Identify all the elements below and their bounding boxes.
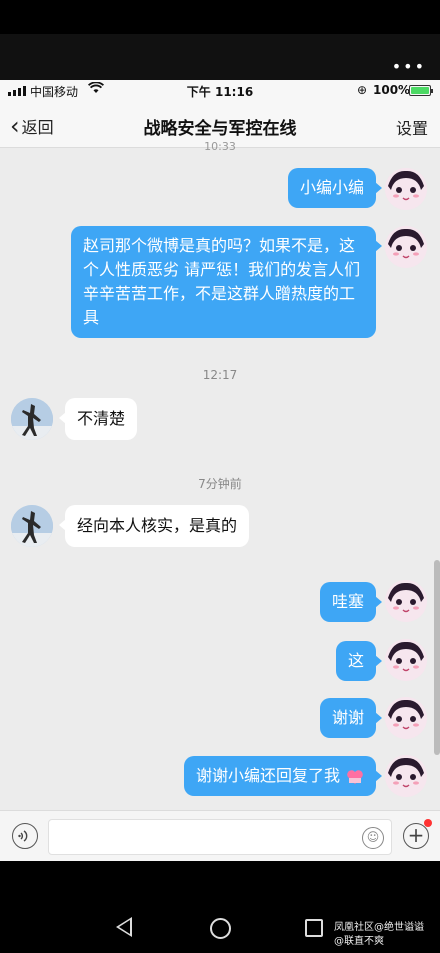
timestamp-partial: 10:33 [204,140,236,153]
message-text: 谢谢小编还回复了我 [195,766,340,785]
contact-avatar[interactable] [11,505,53,547]
emoji-icon[interactable]: ☺ [362,827,384,849]
battery-percentage: 100% [373,83,411,97]
input-bar: ☺ + [0,810,440,861]
rotation-lock-icon: ⊕ [357,83,368,97]
more-options-icon[interactable]: ••• [392,59,426,75]
message-input[interactable] [48,819,392,855]
timestamp: 7分钟前 [198,477,242,491]
phone-screen: 中国移动 下午 11:16 ⊕ 100% ‹ 返回 战略安全与军控在线 设置 1… [0,80,440,861]
add-attachment-button[interactable]: + [403,819,432,849]
system-home-icon[interactable] [210,918,231,939]
outgoing-message[interactable]: 赵司那个微博是真的吗？如果不是，这个人性质恶劣 请严惩！我们的发言人们辛辛苦苦工… [71,226,382,338]
top-dark-band [0,34,440,80]
voice-input-button[interactable] [12,823,38,849]
outgoing-message[interactable]: 谢谢 [319,698,383,738]
status-bar: 中国移动 下午 11:16 ⊕ 100% [0,80,440,102]
watermark: 凤凰社区@绝世谥谥 @联直不爽 [334,921,438,949]
watermark-line1: 凤凰社区@绝世谥谥 [334,922,424,933]
outgoing-message[interactable]: 小编小编 [287,168,383,208]
outgoing-message[interactable]: 这 [335,641,383,681]
my-avatar[interactable] [385,755,427,797]
top-black-area: ••• [0,0,440,80]
settings-button[interactable]: 设置 [396,115,428,139]
battery-icon [409,85,433,96]
my-avatar[interactable] [385,226,427,268]
incoming-message[interactable]: 不清楚 [58,398,138,440]
chat-title: 战略安全与军控在线 [143,119,297,139]
my-avatar[interactable] [385,639,427,681]
system-back-icon[interactable] [116,917,132,937]
my-avatar[interactable] [385,580,427,622]
top-black-band [0,0,440,34]
contact-avatar[interactable] [11,398,53,440]
outgoing-message[interactable]: 谢谢小编还回复了我 [183,756,383,796]
incoming-message[interactable]: 经向本人核实，是真的 [58,505,250,547]
system-navigation-bar: 凤凰社区@绝世谥谥 @联直不爽 [0,861,440,953]
system-recents-icon[interactable] [305,919,323,937]
my-avatar[interactable] [385,168,427,210]
scroll-indicator[interactable] [434,560,440,755]
notification-dot [424,819,432,827]
outgoing-message[interactable]: 哇塞 [319,582,383,622]
battery-fill [411,87,429,94]
watermark-line2: @联直不爽 [334,936,384,947]
my-avatar[interactable] [385,697,427,739]
timestamp: 12:17 [202,368,238,382]
heart-gift-icon [346,768,364,784]
